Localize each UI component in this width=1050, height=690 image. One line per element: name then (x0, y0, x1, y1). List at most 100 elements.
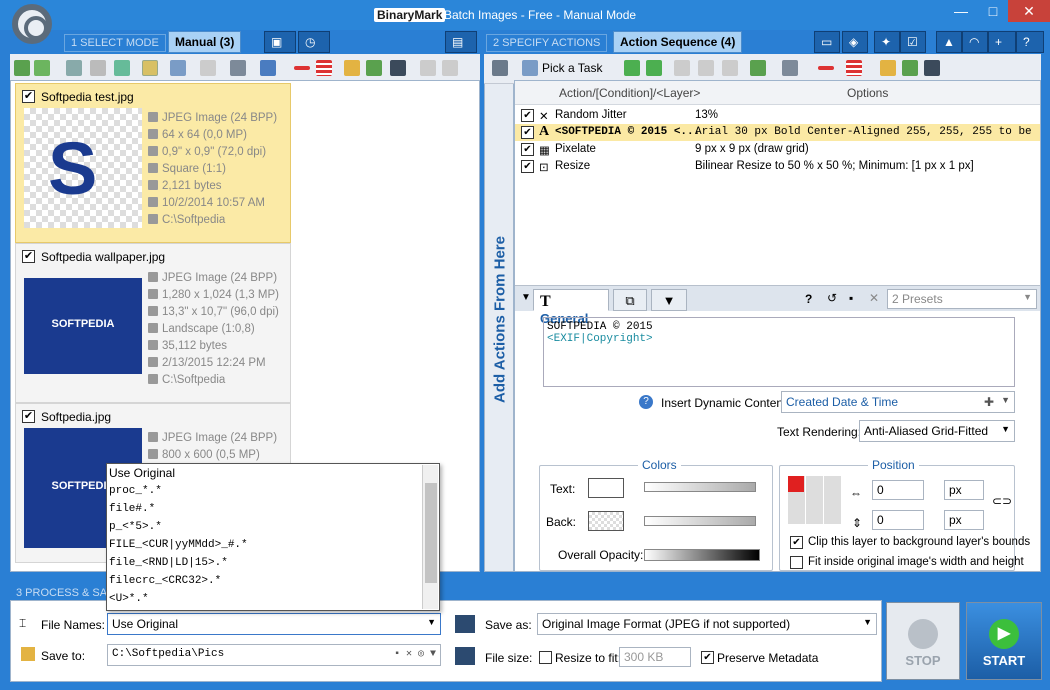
back-color-swatch[interactable] (588, 511, 624, 531)
add-images-icon[interactable] (14, 60, 30, 76)
undo-icon[interactable]: ↺ (827, 291, 837, 305)
filter-icon[interactable] (230, 60, 246, 76)
save-preset-icon[interactable]: ▪ (849, 291, 853, 305)
save-as-dropdown[interactable]: Original Image Format (JPEG if not suppo… (537, 613, 877, 635)
delete-preset-icon[interactable]: ✕ (869, 291, 879, 305)
arrow-end-icon[interactable] (722, 60, 738, 76)
start-button[interactable]: ▶ START (966, 602, 1042, 680)
remove-action-icon[interactable] (818, 66, 834, 70)
dropdown-option[interactable]: file#.* (107, 500, 439, 518)
anchor-top-left-icon[interactable] (788, 476, 804, 492)
configure-icon[interactable] (782, 60, 798, 76)
thumbnail-view-icon[interactable] (142, 60, 158, 76)
action-row[interactable]: ✔ ▦ Pixelate 9 px x 9 px (draw grid) (515, 141, 1040, 158)
save-to-input[interactable]: C:\Softpedia\Pics ▪ ✕ ◎ ▼ (107, 644, 441, 666)
settings-icon[interactable] (492, 60, 508, 76)
text-rendering-dropdown[interactable]: Anti-Aliased Grid-Fitted ▼ (859, 420, 1015, 442)
preserve-metadata-checkbox[interactable]: ✔ (701, 651, 714, 664)
tab-scheduled-icon[interactable]: ◷ (298, 31, 330, 53)
pick-task-button[interactable]: Pick a Task (542, 61, 602, 75)
dropdown-option[interactable]: <U>*.* (107, 590, 439, 608)
arrow-right-icon[interactable] (698, 60, 714, 76)
tips-bulb-icon[interactable]: ✦ (874, 31, 900, 53)
sort-icon[interactable] (260, 60, 276, 76)
checklist-icon[interactable]: ☑ (900, 31, 926, 53)
image-card[interactable]: ✔ Softpedia wallpaper.jpg SOFTPEDIA JPEG… (15, 243, 291, 403)
x-unit-dropdown[interactable]: px (944, 480, 984, 500)
update-arrow-icon[interactable]: ▲ (936, 31, 962, 53)
copy-icon[interactable] (420, 60, 436, 76)
text-color-slider[interactable] (644, 482, 756, 492)
action-row[interactable]: ✔ ⊡ Resize Bilinear Resize to 50 % x 50 %; … (515, 158, 1040, 175)
console-icon[interactable]: ▭ (814, 31, 840, 53)
open-folder-icon[interactable] (344, 60, 360, 76)
help-icon[interactable]: ? (1016, 31, 1044, 53)
close-icon[interactable]: ✕ (1008, 0, 1050, 22)
refresh-icon[interactable] (114, 60, 130, 76)
add-action-icon[interactable] (750, 60, 766, 76)
tab-action-sequence[interactable]: Action Sequence (4) (613, 31, 743, 53)
rss-icon[interactable]: ◠ (962, 31, 988, 53)
collapse-icon[interactable]: ▼ (521, 292, 531, 303)
dropdown-option[interactable]: p_<*5>.* (107, 518, 439, 536)
tab-manual[interactable]: Manual (3) (168, 31, 242, 53)
row-checkbox[interactable]: ✔ (521, 126, 534, 139)
remove-all-actions-icon[interactable] (846, 60, 862, 76)
add-list-icon[interactable] (366, 60, 382, 76)
move-up-icon[interactable] (624, 60, 640, 76)
action-row[interactable]: ✔ ✕ Random Jitter 13% (515, 107, 1040, 124)
row-checkbox[interactable]: ✔ (521, 160, 534, 173)
anchor-grid[interactable] (788, 476, 842, 524)
page-icon[interactable] (200, 60, 216, 76)
text-color-swatch[interactable] (588, 478, 624, 498)
open-sequence-icon[interactable] (880, 60, 896, 76)
presets-dropdown[interactable]: 2 Presets ▼ (887, 289, 1037, 309)
action-grid[interactable]: Action/[Condition]/<Layer> Options ✔ ✕ Ran… (515, 81, 1040, 281)
tab-preview-icon[interactable]: ▤ (445, 31, 477, 53)
add-menu-icon[interactable]: + (988, 31, 1016, 53)
image-checkbox[interactable]: ✔ (22, 410, 35, 423)
dropdown-scrollbar[interactable] (422, 465, 438, 609)
dropdown-option[interactable]: FILE_<CUR|yyMMdd>_#.* (107, 536, 439, 554)
scrollbar-thumb[interactable] (425, 483, 437, 583)
file-names-combo[interactable]: Use Original ▼ (107, 613, 441, 635)
save-sequence-icon[interactable] (924, 60, 940, 76)
tab-layers-icon[interactable]: ⧉ (613, 289, 647, 311)
tab-general[interactable]: T General (533, 289, 609, 326)
dropdown-option[interactable]: file_<RND|LD|15>.* (107, 554, 439, 572)
app-menu-gear-icon[interactable] (12, 4, 52, 44)
y-unit-dropdown[interactable]: px (944, 510, 984, 530)
resize-to-fit-checkbox[interactable] (539, 651, 552, 664)
link-icon[interactable]: ⊂⊃ (992, 494, 1012, 508)
back-color-slider[interactable] (644, 516, 756, 526)
add-folder-icon[interactable] (34, 60, 50, 76)
remove-icon[interactable] (294, 66, 310, 70)
maximize-icon[interactable]: □ (978, 0, 1008, 22)
row-checkbox[interactable]: ✔ (521, 143, 534, 156)
dynamic-content-dropdown[interactable]: Created Date & Time ✚ ▼ (781, 391, 1015, 413)
save-icon[interactable] (390, 60, 406, 76)
stop-button[interactable]: STOP (886, 602, 960, 680)
move-down-icon[interactable] (646, 60, 662, 76)
dropdown-option[interactable]: proc_*.* (107, 482, 439, 500)
paste-icon[interactable] (442, 60, 458, 76)
fit-checkbox[interactable] (790, 556, 803, 569)
text-editor[interactable]: SOFTPEDIA © 2015 <EXIF|Copyright> (543, 317, 1015, 387)
tab-watch-folder-icon[interactable]: ▣ (264, 31, 296, 53)
find-icon[interactable] (66, 60, 82, 76)
image-checkbox[interactable]: ✔ (22, 250, 35, 263)
file-names-dropdown-list[interactable]: Use Original proc_*.* file#.* p_<*5>.* F… (106, 463, 440, 611)
arrow-left-icon[interactable] (674, 60, 690, 76)
tab-filter-icon[interactable]: ▼ (651, 289, 687, 311)
view-options-icon[interactable] (170, 60, 186, 76)
resize-size-input[interactable]: 300 KB (619, 647, 691, 667)
shield-icon[interactable]: ◈ (842, 31, 868, 53)
remove-all-icon[interactable] (316, 60, 332, 76)
print-icon[interactable] (90, 60, 106, 76)
dropdown-option[interactable]: filecrc_<CRC32>.* (107, 572, 439, 590)
dropdown-option[interactable]: Use Original (107, 464, 439, 482)
clip-checkbox[interactable]: ✔ (790, 536, 803, 549)
add-sequence-icon[interactable] (902, 60, 918, 76)
pick-task-icon[interactable] (522, 60, 538, 76)
image-card[interactable]: ✔ Softpedia test.jpg S JPEG Image (24 BP… (15, 83, 291, 243)
